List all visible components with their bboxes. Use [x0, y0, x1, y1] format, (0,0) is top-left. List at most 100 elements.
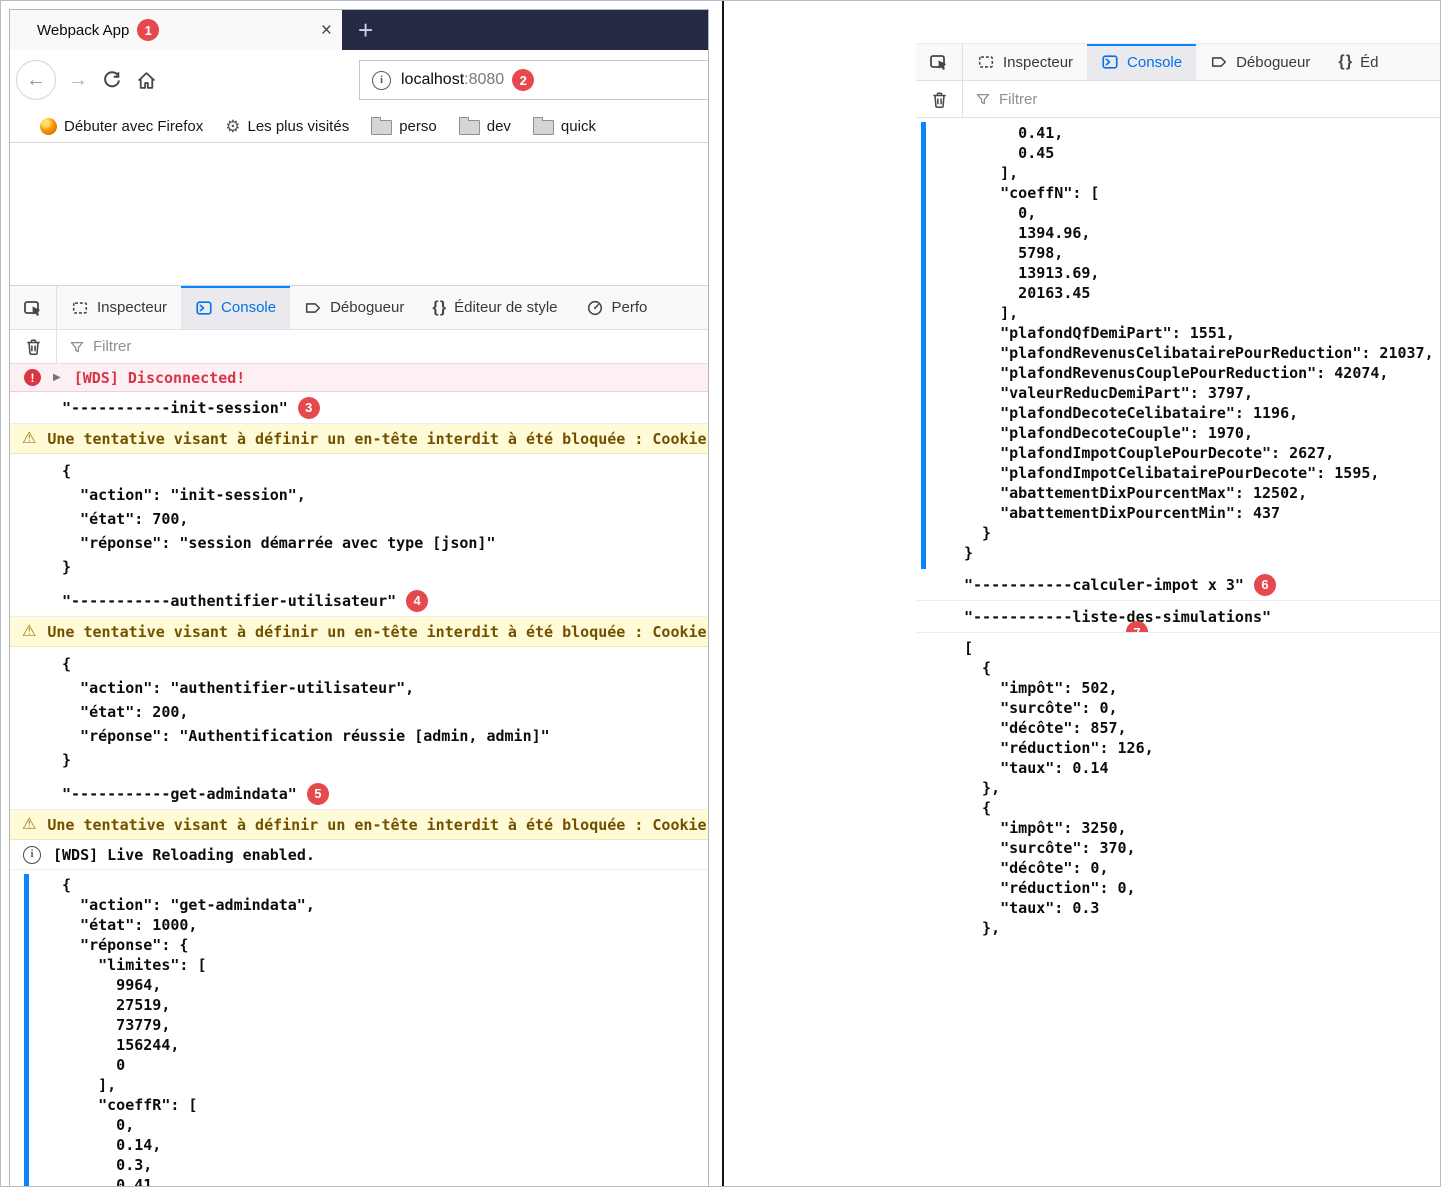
tab-console[interactable]: Console — [1087, 44, 1197, 80]
filter-funnel-icon — [976, 93, 990, 105]
devtools-tab-bar: Inspecteur Console Débogueur { } Éd — [916, 43, 1440, 81]
gear-icon: ⚙ — [225, 116, 241, 136]
filter-placeholder: Filtrer — [999, 90, 1038, 108]
console-row-json: { "action": "authentifier-utilisateur", … — [10, 647, 708, 778]
new-tab-button[interactable]: + — [358, 12, 373, 50]
bookmark-label: Débuter avec Firefox — [64, 117, 204, 135]
debugger-icon — [1210, 53, 1228, 71]
filter-input[interactable]: Filtrer — [69, 338, 131, 355]
bookmark-folder[interactable]: perso — [371, 117, 437, 135]
pick-element-button[interactable] — [916, 44, 963, 80]
tab-debogueur[interactable]: Débogueur — [1196, 44, 1324, 80]
tab-label: Inspecteur — [1003, 53, 1074, 71]
console-icon — [195, 299, 213, 317]
console-row-json: { "action": "init-session", "état": 700,… — [10, 454, 708, 585]
console-row-error: ! ▶ [WDS] Disconnected! — [10, 364, 708, 392]
reload-button[interactable] — [102, 70, 122, 90]
filter-placeholder: Filtrer — [93, 338, 132, 355]
warning-icon: ⚠ — [22, 429, 37, 447]
tab-inspecteur[interactable]: Inspecteur — [57, 286, 181, 329]
console-row-json: { "action": "get-admindata", "état": 100… — [10, 870, 708, 1186]
url-text: localhost:8080 — [401, 71, 505, 88]
tab-label: Éditeur de style — [454, 299, 558, 316]
tab-strip-empty: + — [342, 10, 708, 50]
devtools-left: Inspecteur Console Débogueur { } Éditeur… — [10, 285, 708, 1186]
console-row-log: "-----------get-admindata" 5 — [10, 778, 708, 810]
site-info-icon[interactable]: i — [372, 70, 391, 90]
tab-debogueur[interactable]: Débogueur — [290, 286, 418, 329]
console-json-output: 0.41, 0.45 ], "coeffN": [ 0, 1394.96, 57… — [964, 124, 1434, 562]
page-content-empty — [10, 143, 708, 285]
clear-console-button[interactable] — [916, 81, 963, 117]
console-json-output: { "action": "get-admindata", "état": 100… — [62, 876, 315, 1186]
close-tab-icon[interactable]: × — [321, 21, 332, 40]
tab-editeur-de-style[interactable]: { } Éd — [1324, 44, 1392, 80]
back-button[interactable]: ← — [16, 60, 56, 100]
console-row-warning: ⚠ Une tentative visant à définir un en-tê… — [10, 424, 708, 454]
console-message-text: "-----------liste-des-simulations" — [964, 607, 1272, 626]
console-json-output: { "action": "authentifier-utilisateur", … — [62, 655, 550, 769]
annotation-badge-2: 2 — [512, 69, 535, 91]
tab-label: Éd — [1360, 53, 1379, 71]
tab-label: Perfo — [611, 299, 648, 316]
console-output-left: ! ▶ [WDS] Disconnected! "-----------init-se… — [10, 364, 708, 1186]
pick-element-button[interactable] — [10, 286, 57, 329]
tab-performance[interactable]: Perfo — [572, 286, 662, 329]
annotation-badge: 5 — [306, 782, 329, 805]
log-group-accent-bar — [921, 122, 926, 569]
info-icon: i — [23, 845, 41, 864]
console-json-output: { "action": "init-session", "état": 700,… — [62, 462, 496, 576]
warning-icon: ⚠ — [22, 622, 37, 640]
tab-label: Inspecteur — [97, 299, 168, 316]
debugger-icon — [304, 299, 322, 317]
console-row-log: "-----------liste-des-simulations" 7 — [916, 601, 1440, 633]
folder-icon — [532, 117, 554, 135]
annotation-badge: 6 — [1253, 573, 1276, 596]
annotation-badge-1: 1 — [137, 19, 160, 41]
bookmark-folder[interactable]: dev — [458, 117, 511, 135]
firefox-logo-icon — [40, 117, 57, 135]
devtools-filter-bar: Filtrer — [916, 81, 1440, 118]
folder-icon — [371, 117, 393, 135]
forward-button[interactable]: → — [68, 69, 88, 92]
url-bar[interactable]: i localhost:8080 2 — [359, 60, 708, 100]
console-row-info: i [WDS] Live Reloading enabled. — [10, 840, 708, 870]
devtools-filter-bar: Filtrer — [10, 330, 708, 364]
inspector-icon — [977, 53, 995, 71]
devtools-right: Inspecteur Console Débogueur { } Éd Filt… — [916, 43, 1440, 944]
devtools-tab-bar: Inspecteur Console Débogueur { } Éditeur… — [10, 285, 708, 330]
filter-input[interactable]: Filtrer — [975, 91, 1037, 108]
panel-divider — [722, 1, 724, 1186]
error-icon: ! — [24, 369, 41, 386]
console-message-text: "-----------get-admindata" — [62, 784, 297, 803]
tab-console[interactable]: Console — [181, 286, 291, 329]
log-group-accent-bar — [24, 874, 29, 1186]
console-message-text: "-----------calculer-impot x 3" — [964, 575, 1244, 594]
console-row-warning: ⚠ Une tentative visant à définir un en-tê… — [10, 810, 708, 840]
expand-arrow-icon[interactable]: ▶ — [53, 372, 61, 383]
console-message-text: Une tentative visant à définir un en-têt… — [47, 429, 707, 448]
console-json-output: [ { "impôt": 502, "surcôte": 0, "décôte"… — [964, 639, 1154, 937]
console-message-text: Une tentative visant à définir un en-têt… — [47, 622, 707, 641]
performance-gauge-icon — [586, 299, 604, 317]
console-message-text: "-----------init-session" — [62, 398, 288, 417]
clear-console-button[interactable] — [10, 330, 57, 363]
home-button[interactable] — [136, 70, 157, 91]
console-row-json: [ { "impôt": 502, "surcôte": 0, "décôte"… — [916, 633, 1440, 944]
tab-title: Webpack App — [37, 21, 130, 39]
inspector-icon — [71, 299, 89, 317]
console-row-warning: ⚠ Une tentative visant à définir un en-tê… — [10, 617, 708, 647]
tab-inspecteur[interactable]: Inspecteur — [963, 44, 1087, 80]
tab-label: Débogueur — [330, 299, 405, 316]
braces-icon: { } — [432, 298, 447, 316]
warning-icon: ⚠ — [22, 815, 37, 833]
tab-editeur-de-style[interactable]: { } Éditeur de style — [418, 286, 571, 329]
bookmark-item[interactable]: ⚙ Les plus visités — [225, 118, 349, 135]
bookmark-label: Les plus visités — [247, 117, 350, 135]
console-row-log: "-----------init-session" 3 — [10, 392, 708, 424]
braces-icon: { } — [1338, 53, 1353, 70]
console-row-log: "-----------calculer-impot x 3" 6 — [916, 569, 1440, 601]
browser-tab[interactable]: Webpack App 1 × — [10, 10, 342, 50]
bookmark-item[interactable]: Débuter avec Firefox — [40, 117, 204, 135]
bookmark-folder[interactable]: quick — [532, 117, 596, 135]
